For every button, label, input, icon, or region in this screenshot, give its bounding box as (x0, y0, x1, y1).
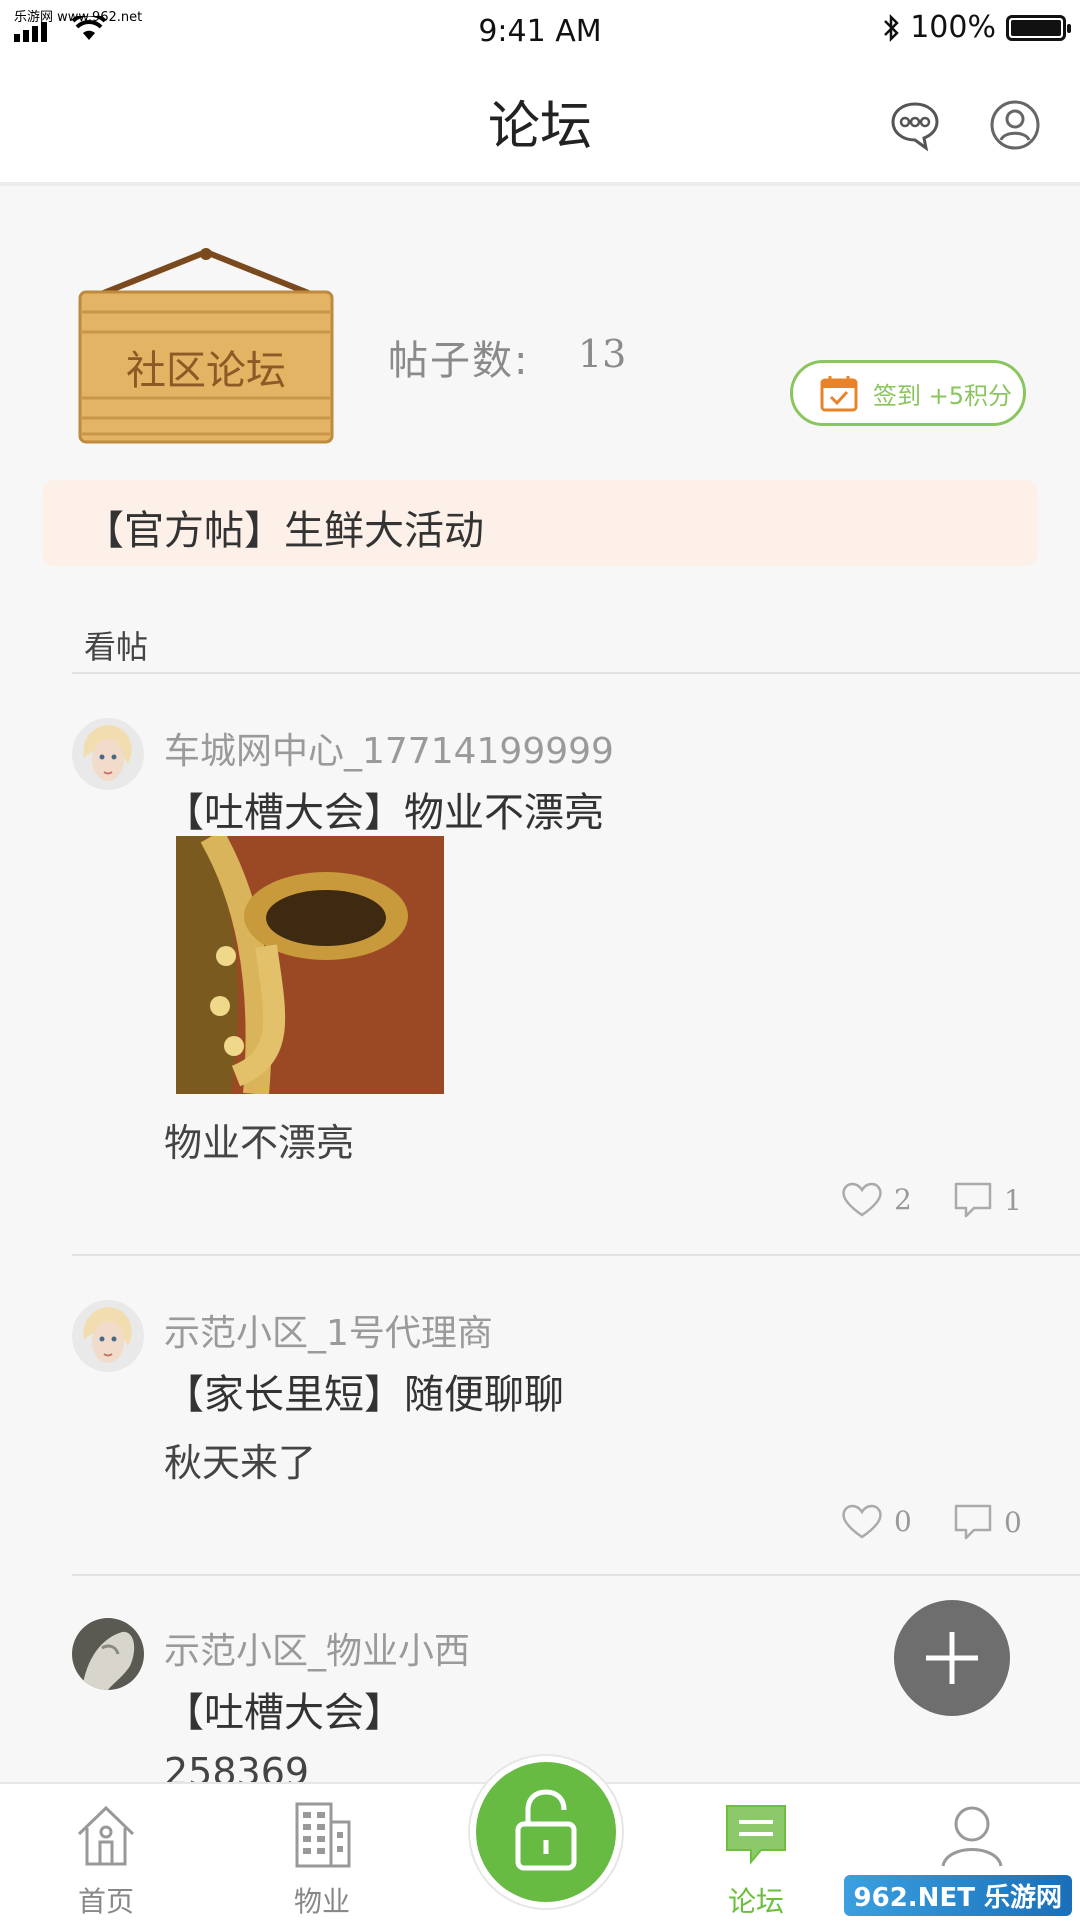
tab-property[interactable]: 物业 (242, 1784, 402, 1922)
new-post-button[interactable] (894, 1600, 1010, 1716)
official-post-title: 【官方帖】生鲜大活动 (84, 508, 484, 554)
tab-label: 论坛 (727, 1885, 784, 1918)
comment-count[interactable]: 1 (952, 1180, 1022, 1220)
battery-percent: 100% (910, 10, 996, 45)
post-username[interactable]: 车城网中心_17714199999 (164, 722, 614, 774)
sign-text: 社区论坛 (126, 348, 286, 394)
post-item[interactable]: 车城网中心_17714199999 【吐槽大会】物业不漂亮 物业不漂亮 2 1 (0, 700, 1080, 1260)
heart-icon (842, 1504, 882, 1539)
checkin-label: 签到 +5积分 (873, 381, 1013, 410)
watermark-logo: 962.NET 乐游网 (843, 1875, 1072, 1916)
tab-home[interactable]: 首页 (26, 1784, 186, 1922)
like-count[interactable]: 0 (840, 1502, 912, 1540)
avatar[interactable] (72, 1618, 144, 1690)
plus-icon (926, 1632, 978, 1684)
post-count-value: 13 (578, 332, 627, 376)
post-count-label: 帖子数: (388, 338, 530, 384)
post-divider (72, 1574, 1080, 1576)
tab-label: 首页 (77, 1885, 134, 1918)
checkin-button[interactable]: 签到 +5积分 (790, 360, 1026, 426)
post-body: 物业不漂亮 (164, 1121, 355, 1165)
comment-count-value: 0 (1004, 1505, 1022, 1539)
section-divider (72, 672, 1080, 674)
calendar-check-icon (820, 376, 858, 412)
comment-count[interactable]: 0 (952, 1502, 1022, 1542)
tab-forum[interactable]: 论坛 (676, 1784, 836, 1922)
comment-icon (954, 1504, 992, 1540)
post-item[interactable]: 示范小区_1号代理商 【家长里短】随便聊聊 秋天来了 0 0 (0, 1282, 1080, 1582)
post-body: 258369 (164, 1750, 310, 1782)
post-body: 秋天来了 (164, 1441, 317, 1485)
like-count[interactable]: 2 (840, 1180, 912, 1218)
like-count-value: 0 (894, 1504, 912, 1538)
home-icon (77, 1805, 135, 1866)
battery-icon (1006, 14, 1071, 41)
chat-bubble-icon[interactable] (888, 98, 942, 152)
post-username[interactable]: 示范小区_物业小西 (164, 1622, 470, 1674)
post-username[interactable]: 示范小区_1号代理商 (164, 1304, 493, 1356)
bluetooth-icon (884, 13, 899, 42)
official-post-banner[interactable]: 【官方帖】生鲜大活动 (42, 480, 1038, 566)
building-icon (295, 1802, 351, 1868)
post-divider (72, 1254, 1080, 1256)
forum-icon (726, 1805, 786, 1865)
comment-count-value: 1 (1004, 1183, 1022, 1217)
post-title: 【家长里短】随便聊聊 (164, 1372, 564, 1418)
post-image[interactable] (176, 836, 444, 1094)
nav-bar: 论坛 (0, 70, 1080, 186)
avatar[interactable] (72, 1300, 144, 1372)
post-title: 【吐槽大会】物业不漂亮 (164, 790, 604, 836)
user-icon (941, 1806, 1003, 1867)
avatar[interactable] (72, 718, 144, 790)
like-count-value: 2 (894, 1182, 912, 1216)
tab-label: 物业 (293, 1885, 350, 1918)
comment-icon (954, 1182, 992, 1218)
unlock-button[interactable] (470, 1756, 622, 1908)
unlock-icon (515, 1789, 577, 1871)
status-bar: 乐游网 www.962.net 9:41 AM 100% (0, 0, 1080, 70)
forum-sign-logo: 社区论坛 (78, 248, 334, 444)
section-title: 看帖 (84, 628, 149, 666)
heart-icon (842, 1182, 882, 1217)
post-title: 【吐槽大会】 (164, 1690, 404, 1736)
user-profile-icon[interactable] (988, 98, 1042, 152)
